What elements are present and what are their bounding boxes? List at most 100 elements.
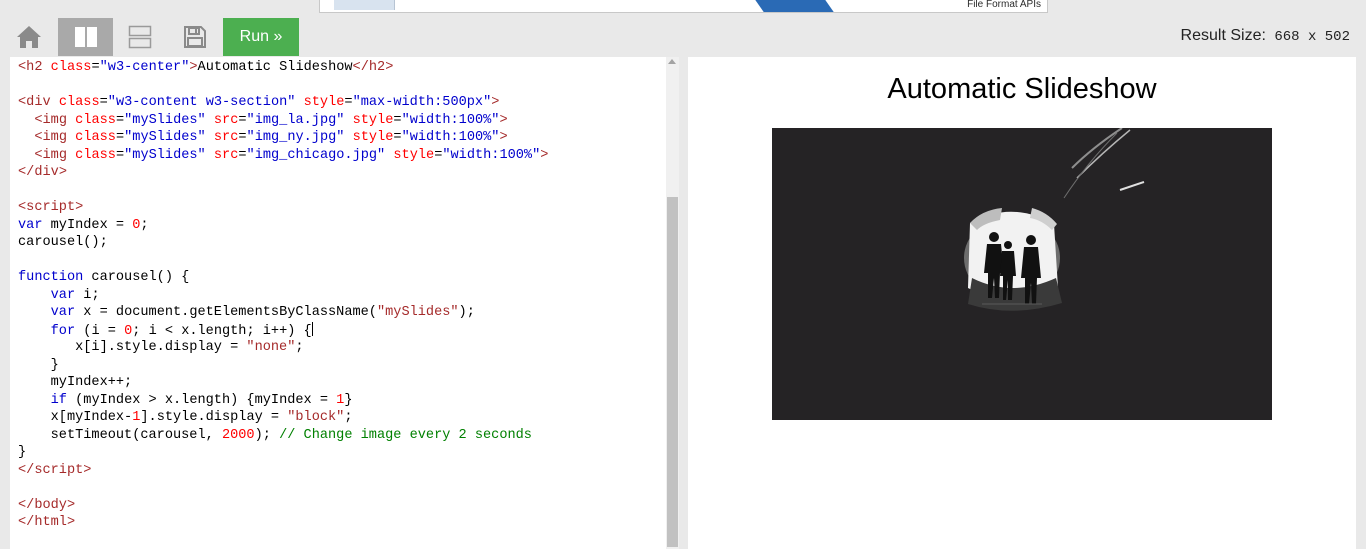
ad-strip: File Format APIs bbox=[0, 0, 1366, 17]
code-token: if bbox=[50, 392, 67, 408]
code-token: "w3-center" bbox=[99, 60, 190, 75]
floppy-disk-icon bbox=[184, 26, 206, 48]
code-token: = bbox=[344, 95, 353, 110]
code-editor[interactable]: <h2 class="w3-center">Automatic Slidesho… bbox=[10, 57, 679, 549]
code-token: = bbox=[115, 112, 125, 128]
code-token: x[i].style.display = bbox=[18, 340, 247, 355]
code-token: "img_ny.jpg" bbox=[246, 130, 345, 145]
code-line[interactable]: <div class="w3-content w3-section" style… bbox=[18, 94, 548, 112]
code-token: (myIndex > x.length) {myIndex = bbox=[66, 392, 337, 408]
code-lines[interactable]: <h2 class="w3-center">Automatic Slidesho… bbox=[18, 59, 548, 532]
code-token: = bbox=[91, 60, 100, 75]
code-line[interactable] bbox=[18, 479, 548, 497]
code-token: ); bbox=[458, 305, 475, 320]
toolbar: Run » Result Size: 668 x 502 bbox=[0, 17, 1366, 57]
code-token: < bbox=[34, 130, 43, 145]
code-token: html bbox=[34, 515, 67, 530]
save-button[interactable] bbox=[174, 18, 216, 56]
code-line[interactable]: setTimeout(carousel, 2000); // Change im… bbox=[18, 427, 548, 445]
code-token: "width:100%" bbox=[442, 147, 541, 163]
code-line[interactable]: } bbox=[18, 357, 548, 375]
code-line[interactable]: } bbox=[18, 444, 548, 462]
code-line[interactable]: </div> bbox=[18, 164, 548, 182]
home-icon bbox=[17, 26, 41, 48]
code-line[interactable]: x[myIndex-1].style.display = "block"; bbox=[18, 409, 548, 427]
code-token: script bbox=[26, 200, 76, 215]
code-line[interactable]: carousel(); bbox=[18, 234, 548, 252]
code-line[interactable]: <img class="mySlides" src="img_ny.jpg" s… bbox=[18, 129, 548, 147]
code-token: Automatic Slideshow bbox=[197, 60, 353, 75]
code-token: > bbox=[540, 147, 549, 163]
code-token: > bbox=[75, 200, 84, 215]
code-token: "img_la.jpg" bbox=[246, 112, 345, 128]
scroll-thumb[interactable] bbox=[667, 197, 678, 547]
scroll-up-arrow-icon[interactable] bbox=[668, 59, 676, 64]
slideshow-title: Automatic Slideshow bbox=[887, 73, 1157, 105]
horizontal-layout-button[interactable] bbox=[58, 18, 113, 56]
code-token: > bbox=[83, 462, 92, 478]
code-line[interactable]: <img class="mySlides" src="img_la.jpg" s… bbox=[18, 112, 548, 130]
code-token: "mySlides" bbox=[124, 130, 206, 145]
vertical-layout-button[interactable] bbox=[118, 18, 162, 56]
code-token: < bbox=[34, 147, 43, 163]
code-line[interactable] bbox=[18, 77, 548, 95]
code-token: = bbox=[115, 130, 125, 145]
code-line[interactable]: </html> bbox=[18, 514, 548, 532]
code-token: ; i < x.length; i++) { bbox=[132, 323, 312, 339]
code-line[interactable] bbox=[18, 252, 548, 270]
code-line[interactable] bbox=[18, 182, 548, 200]
code-token: var bbox=[50, 287, 76, 303]
code-line[interactable]: for (i = 0; i < x.length; i++) { bbox=[18, 321, 548, 340]
code-token: style bbox=[393, 147, 435, 163]
code-token: div bbox=[34, 165, 59, 180]
code-line[interactable]: function carousel() { bbox=[18, 269, 548, 287]
code-token: = bbox=[393, 130, 402, 145]
code-line[interactable]: </script> bbox=[18, 462, 548, 480]
code-token: h2 bbox=[368, 60, 386, 75]
code-token: var bbox=[50, 305, 76, 320]
code-token: > bbox=[66, 497, 76, 513]
code-token: > bbox=[499, 130, 508, 145]
code-line[interactable]: var i; bbox=[18, 287, 548, 305]
code-token: "w3-content w3-section" bbox=[107, 95, 296, 110]
code-token: "max-width:500px" bbox=[352, 95, 492, 110]
code-token: src bbox=[213, 130, 239, 145]
code-line[interactable]: if (myIndex > x.length) {myIndex = 1} bbox=[18, 392, 548, 410]
code-line[interactable]: <script> bbox=[18, 199, 548, 217]
code-line[interactable]: <h2 class="w3-center">Automatic Slidesho… bbox=[18, 59, 548, 77]
code-token: </ bbox=[18, 515, 35, 530]
code-token: img bbox=[42, 147, 67, 163]
code-token: ; bbox=[344, 410, 353, 425]
ad-banner[interactable]: File Format APIs bbox=[319, 0, 1048, 13]
code-line[interactable]: var x = document.getElementsByClassName(… bbox=[18, 304, 548, 322]
home-button[interactable] bbox=[8, 18, 50, 56]
code-token: ); bbox=[254, 427, 280, 443]
code-token: "width:100%" bbox=[401, 112, 500, 128]
code-line[interactable]: myIndex++; bbox=[18, 374, 548, 392]
code-token: = bbox=[238, 112, 247, 128]
code-token: = bbox=[238, 147, 247, 163]
result-scrollbar-track[interactable] bbox=[1356, 57, 1366, 549]
ad-graphic bbox=[334, 0, 395, 10]
code-scrollbar[interactable] bbox=[666, 57, 679, 549]
code-token: for bbox=[50, 323, 76, 339]
tunnel-silhouettes-image bbox=[772, 128, 1272, 420]
run-button[interactable]: Run » bbox=[223, 18, 299, 56]
code-line[interactable]: x[i].style.display = "none"; bbox=[18, 339, 548, 357]
code-line[interactable]: </body> bbox=[18, 497, 548, 515]
code-token: setTimeout(carousel, bbox=[18, 427, 222, 443]
code-line[interactable]: <img class="mySlides" src="img_chicago.j… bbox=[18, 147, 548, 165]
code-line[interactable]: var myIndex = 0; bbox=[18, 217, 548, 235]
result-pane[interactable]: Automatic Slideshow bbox=[688, 57, 1356, 549]
